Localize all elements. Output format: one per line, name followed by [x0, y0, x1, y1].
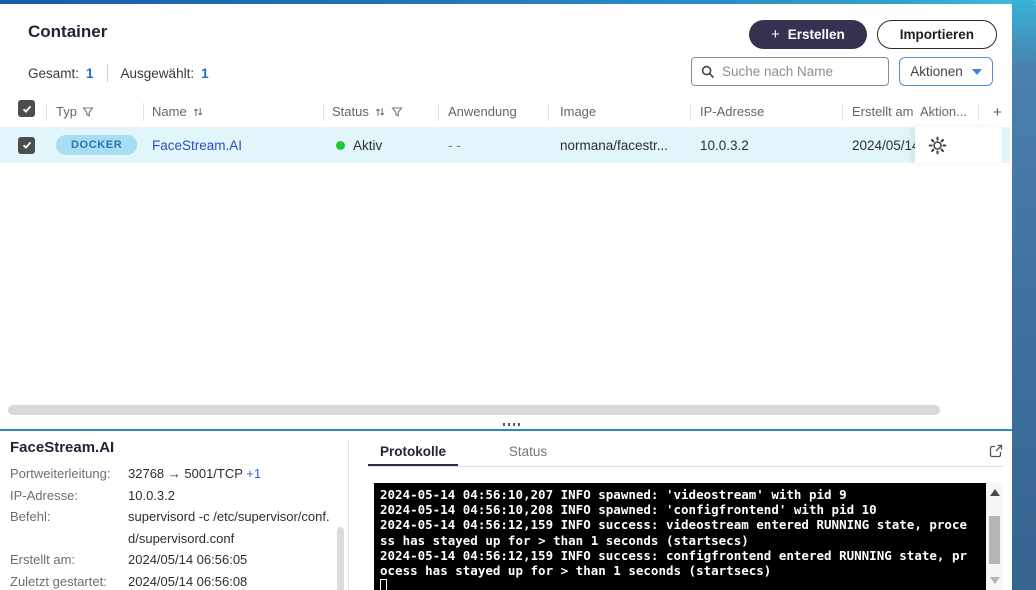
filter-icon[interactable] — [391, 106, 403, 118]
column-header-erstellt-am[interactable]: Erstellt am — [852, 104, 913, 119]
details-panel: Portweiterleitung: 32768 → 5001/TCP +1 I… — [10, 463, 340, 590]
tab-protokolle[interactable]: Protokolle — [368, 444, 458, 459]
created-cell: 2024/05/14 — [852, 137, 918, 153]
page-title: Container — [28, 22, 108, 41]
detail-row-last-started: Zuletzt gestartet: 2024/05/14 06:56:08 — [10, 573, 248, 589]
divider — [548, 103, 549, 121]
scroll-down-icon[interactable] — [990, 577, 1000, 584]
status-cell: Aktiv — [336, 127, 382, 163]
horizontal-scrollbar[interactable] — [8, 405, 940, 415]
sort-icon[interactable] — [192, 106, 204, 118]
terminal-scrollbar[interactable] — [986, 483, 1003, 590]
create-button[interactable]: + Erstellen — [748, 20, 867, 49]
docker-badge: DOCKER — [56, 135, 138, 155]
details-scrollbar[interactable] — [337, 527, 344, 590]
more-ports-link[interactable]: +1 — [246, 466, 261, 481]
row-actions-cell — [915, 127, 1002, 163]
container-manager-panel: Container + Erstellen Importieren Gesamt… — [0, 4, 1012, 590]
gear-icon[interactable] — [928, 136, 947, 155]
ip-cell: 10.0.3.2 — [700, 137, 749, 153]
terminal-cursor — [380, 579, 387, 590]
divider — [106, 64, 108, 82]
detail-row-created: Erstellt am: 2024/05/14 06:56:05 — [10, 552, 248, 567]
detail-row-ip: IP-Adresse: 10.0.3.2 — [10, 487, 175, 503]
tab-status[interactable]: Status — [488, 444, 568, 459]
divider — [46, 103, 47, 121]
column-header-aktion[interactable]: Aktion... — [920, 104, 967, 119]
summary-counts: Gesamt: 1 Ausgewählt: 1 — [28, 64, 209, 82]
open-in-new-window-icon[interactable] — [988, 443, 1004, 459]
app-window: Container + Erstellen Importieren Gesamt… — [0, 0, 1036, 590]
divider — [348, 440, 349, 590]
row-checkbox[interactable] — [18, 136, 35, 154]
total-label: Gesamt: — [28, 65, 80, 81]
filter-icon[interactable] — [82, 106, 94, 118]
divider — [368, 466, 1003, 467]
create-button-label: Erstellen — [787, 27, 845, 42]
divider — [438, 103, 439, 121]
column-header-status[interactable]: Status — [332, 104, 403, 119]
window-right-border — [1012, 0, 1036, 590]
actions-label: Aktionen — [910, 64, 963, 79]
name-cell: FaceStream.AI — [152, 127, 242, 163]
checkmark-icon — [22, 141, 31, 149]
scroll-up-icon[interactable] — [990, 489, 1000, 496]
pane-resize-handle[interactable] — [503, 423, 520, 426]
search-input[interactable] — [722, 64, 879, 79]
status-text: Aktiv — [353, 137, 383, 153]
log-output: 2024-05-14 04:56:10,207 INFO spawned: 'v… — [380, 487, 967, 590]
container-name-link[interactable]: FaceStream.AI — [152, 138, 242, 153]
row-checkbox-cell — [18, 127, 35, 163]
table-header: Typ Name Status Anwendung Image IP-Adres… — [0, 97, 1010, 127]
actions-dropdown[interactable]: Aktionen — [899, 57, 993, 86]
checkmark-icon — [22, 105, 31, 113]
divider — [143, 103, 144, 121]
anwendung-cell: - - — [448, 137, 461, 153]
pane-divider — [0, 429, 1012, 431]
divider — [323, 103, 324, 121]
selected-value: 1 — [201, 65, 209, 81]
scrollbar-thumb[interactable] — [989, 516, 1000, 564]
details-title: FaceStream.AI — [10, 439, 115, 456]
divider — [690, 103, 691, 121]
search-box[interactable] — [691, 57, 889, 86]
chevron-down-icon — [971, 68, 982, 75]
table-row[interactable]: DOCKER FaceStream.AI Aktiv - - normana/f… — [0, 127, 1010, 163]
total-value: 1 — [86, 65, 94, 81]
column-header-anwendung[interactable]: Anwendung — [448, 104, 517, 119]
column-header-name[interactable]: Name — [152, 104, 204, 119]
column-header-ip[interactable]: IP-Adresse — [700, 104, 764, 119]
detail-row-port: Portweiterleitung: 32768 → 5001/TCP +1 — [10, 466, 262, 481]
status-running-icon — [336, 140, 345, 150]
detail-row-command: Befehl: supervisord -c /etc/supervisor/c… — [10, 509, 330, 546]
add-column-button[interactable]: + — [993, 104, 1002, 121]
plus-icon: + — [770, 26, 780, 43]
select-all-checkbox[interactable] — [18, 100, 35, 117]
import-button[interactable]: Importieren — [876, 20, 997, 49]
search-icon — [701, 65, 715, 78]
divider — [978, 103, 979, 121]
column-header-image[interactable]: Image — [560, 104, 596, 119]
divider — [842, 103, 843, 121]
sort-icon[interactable] — [374, 106, 386, 118]
type-cell: DOCKER — [56, 127, 138, 163]
log-terminal[interactable]: 2024-05-14 04:56:10,207 INFO spawned: 'v… — [374, 483, 1003, 590]
column-header-typ[interactable]: Typ — [56, 104, 94, 119]
image-cell: normana/facestr... — [560, 137, 669, 153]
selected-label: Ausgewählt: — [120, 65, 195, 81]
